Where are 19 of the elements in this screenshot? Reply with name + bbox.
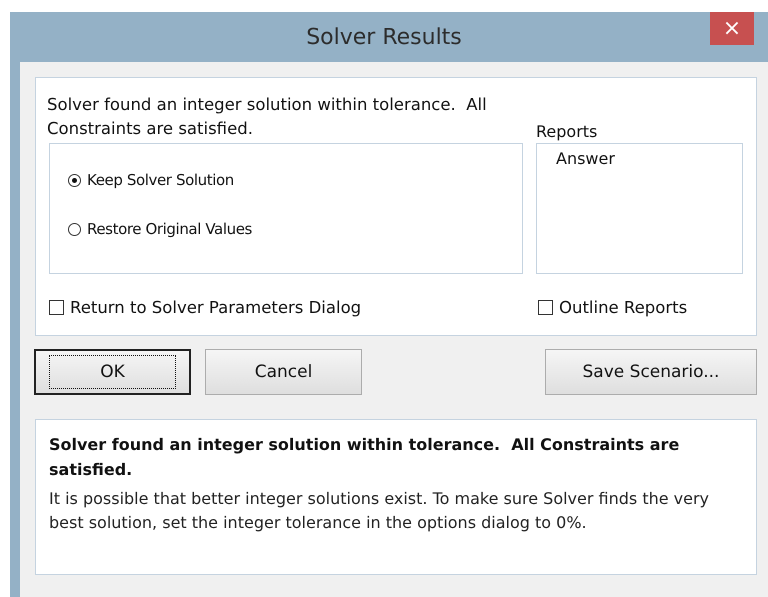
checkbox-label[interactable]: Return to Solver Parameters Dialog xyxy=(70,298,362,317)
radio-label[interactable]: Keep Solver Solution xyxy=(87,171,234,189)
info-heading: Solver found an integer solution within tolerance. All Constraints are satisfied. xyxy=(49,434,680,481)
checkbox[interactable] xyxy=(49,300,64,315)
checkbox-label[interactable]: Outline Reports xyxy=(559,298,688,317)
dialog-button[interactable]: OK xyxy=(34,349,191,395)
reports-list[interactable]: Answer xyxy=(536,143,743,274)
radio-label[interactable]: Restore Original Values xyxy=(87,220,252,238)
dialog-button[interactable]: Cancel xyxy=(205,349,362,395)
result-message: Solver found an integer solution within tolerance. All Constraints are satisfied. xyxy=(47,94,488,140)
radio-button[interactable] xyxy=(68,174,81,186)
dialog-button[interactable]: Save Scenario... xyxy=(545,349,757,395)
list-item[interactable]: Answer xyxy=(554,149,617,168)
checkbox[interactable] xyxy=(538,300,553,315)
reports-label: Reports xyxy=(536,122,598,143)
window-title: Solver Results xyxy=(306,24,462,50)
info-text: It is possible that better integer solutions exist. To make sure Solver finds the very best solution, set the integer tolerance in the options dialog to 0%. xyxy=(49,488,710,534)
close-button[interactable]: × xyxy=(710,12,754,45)
radio-button[interactable] xyxy=(68,222,81,236)
